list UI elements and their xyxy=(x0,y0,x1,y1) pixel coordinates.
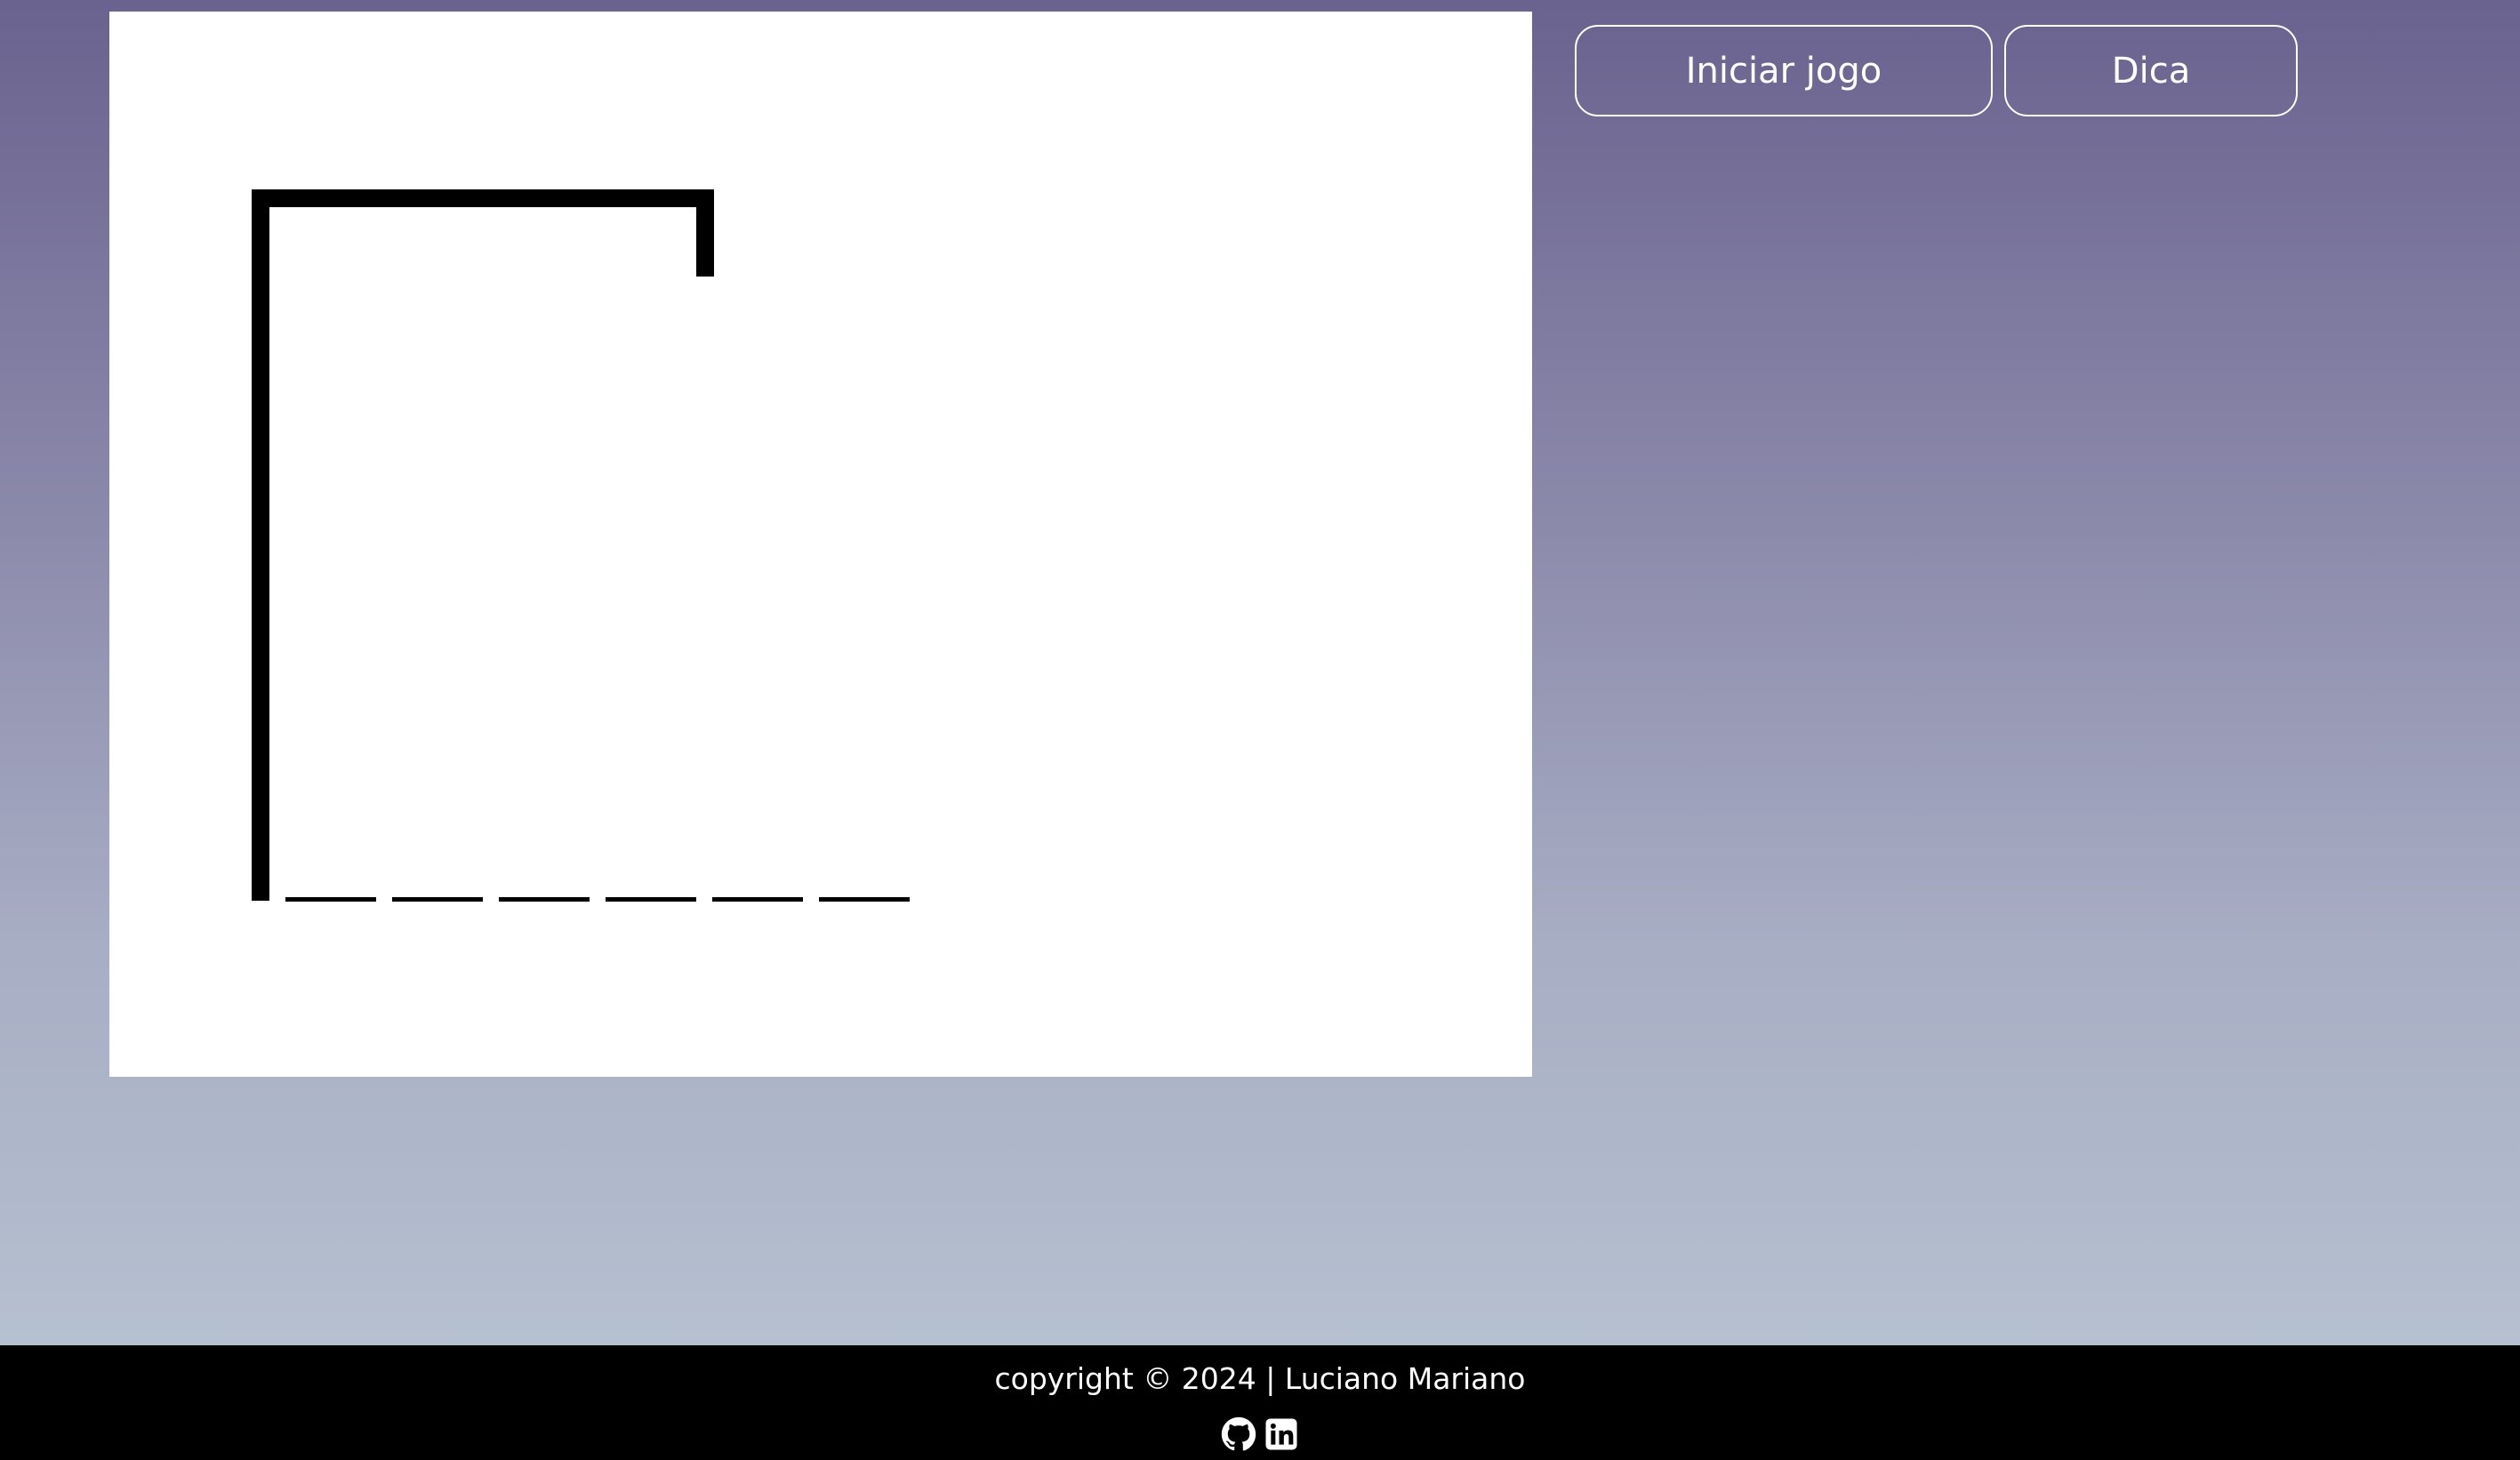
gallows-pole xyxy=(252,189,269,901)
social-links xyxy=(0,1416,2520,1452)
gallows-rope xyxy=(696,189,714,277)
linkedin-link[interactable] xyxy=(1264,1416,1299,1452)
letter-slot xyxy=(712,897,803,902)
footer: copyright © 2024 | Luciano Mariano xyxy=(0,1345,2520,1460)
linkedin-icon xyxy=(1265,1418,1297,1450)
github-link[interactable] xyxy=(1221,1416,1256,1452)
letter-slot xyxy=(392,897,483,902)
letter-slot xyxy=(819,897,910,902)
hangman-canvas xyxy=(109,12,1532,1077)
letter-slot xyxy=(606,897,696,902)
start-game-button[interactable]: Iniciar jogo xyxy=(1575,25,1993,116)
gallows-beam xyxy=(252,189,714,207)
github-icon xyxy=(1221,1416,1256,1451)
gallows-drawing xyxy=(252,189,910,902)
hint-button[interactable]: Dica xyxy=(2004,25,2298,116)
controls: Iniciar jogo Dica xyxy=(1575,25,2298,116)
word-slots xyxy=(285,897,910,902)
letter-slot xyxy=(285,897,376,902)
letter-slot xyxy=(499,897,590,902)
copyright-text: copyright © 2024 | Luciano Mariano xyxy=(994,1361,1526,1396)
